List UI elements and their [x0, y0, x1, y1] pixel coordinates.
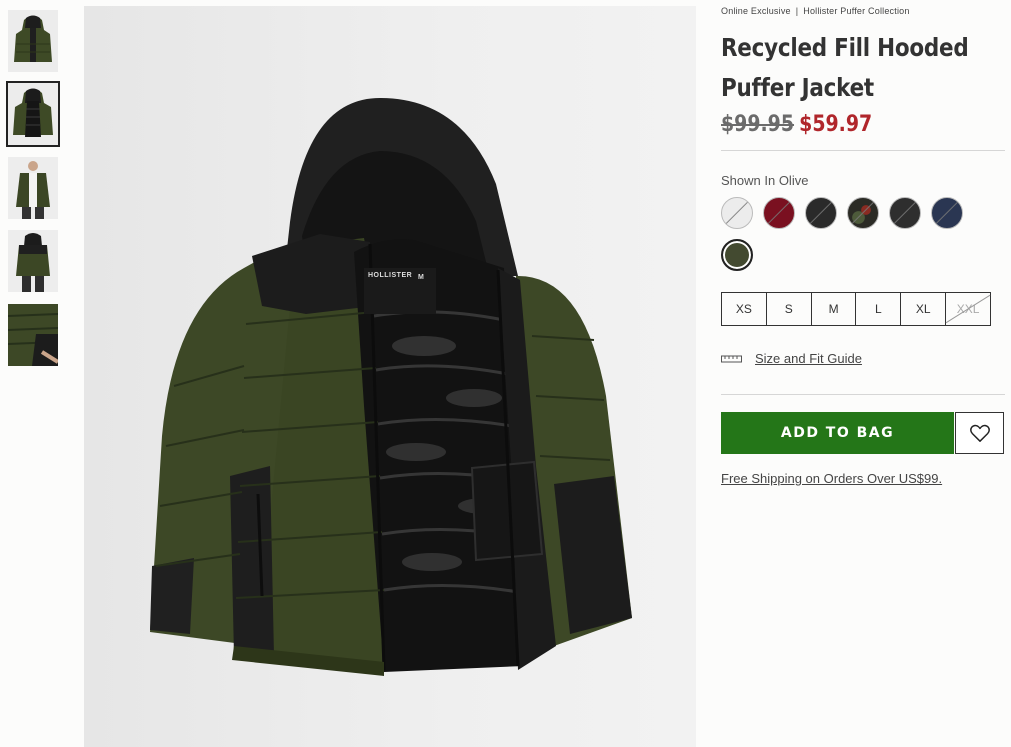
thumbnail-sleeve-detail[interactable] — [8, 304, 58, 366]
main-product-image[interactable]: HOLLISTER M — [84, 6, 696, 747]
size-fit-guide-label: Size and Fit Guide — [755, 351, 862, 366]
swatch-camo[interactable] — [847, 197, 879, 229]
label-size-text: M — [418, 274, 424, 281]
divider — [721, 394, 1005, 395]
thumbnail-front-open[interactable] — [6, 81, 60, 147]
online-exclusive-tag: Online Exclusive — [721, 6, 791, 16]
original-price: $99.95 — [721, 112, 795, 137]
ruler-icon — [721, 355, 742, 362]
size-xs[interactable]: XS — [722, 293, 767, 325]
size-xl[interactable]: XL — [901, 293, 947, 325]
free-shipping-link[interactable]: Free Shipping on Orders Over US$99. — [721, 471, 942, 486]
thumbnail-model-front[interactable] — [8, 157, 58, 219]
size-xxl[interactable]: XXL — [946, 293, 990, 325]
sale-price: $59.97 — [799, 112, 873, 137]
swatch-black-2[interactable] — [889, 197, 921, 229]
eyebrow-separator: | — [795, 6, 799, 16]
size-l[interactable]: L — [856, 293, 902, 325]
product-title: Recycled Fill Hooded Puffer Jacket — [721, 33, 969, 102]
puffer-jacket-illustration — [150, 98, 632, 676]
divider — [721, 150, 1005, 151]
size-fit-guide-link[interactable]: Size and Fit Guide — [721, 351, 862, 366]
size-m[interactable]: M — [812, 293, 857, 325]
swatch-olive[interactable] — [721, 239, 753, 271]
swatch-navy[interactable] — [931, 197, 963, 229]
product-eyebrow: Online Exclusive | Hollister Puffer Collec… — [721, 6, 910, 16]
price-block: $99.95 $59.97 — [721, 112, 872, 137]
swatch-black[interactable] — [805, 197, 837, 229]
thumbnail-model-back[interactable] — [8, 230, 58, 292]
size-s[interactable]: S — [767, 293, 812, 325]
heart-icon — [969, 424, 990, 442]
swatch-burgundy[interactable] — [763, 197, 795, 229]
swatch-white[interactable] — [721, 197, 753, 229]
size-selector: XS S M L XL XXL — [721, 292, 991, 326]
add-to-bag-button[interactable]: ADD TO BAG — [721, 412, 954, 454]
thumbnail-front-closed[interactable] — [8, 10, 58, 72]
product-page: HOLLISTER M Online Exclusive | Hollister P… — [0, 0, 1011, 747]
collection-link[interactable]: Hollister Puffer Collection — [803, 6, 909, 16]
shown-in-color: Shown In Olive — [721, 173, 809, 188]
label-brand-text: HOLLISTER — [368, 272, 413, 279]
wishlist-button[interactable] — [955, 412, 1004, 454]
